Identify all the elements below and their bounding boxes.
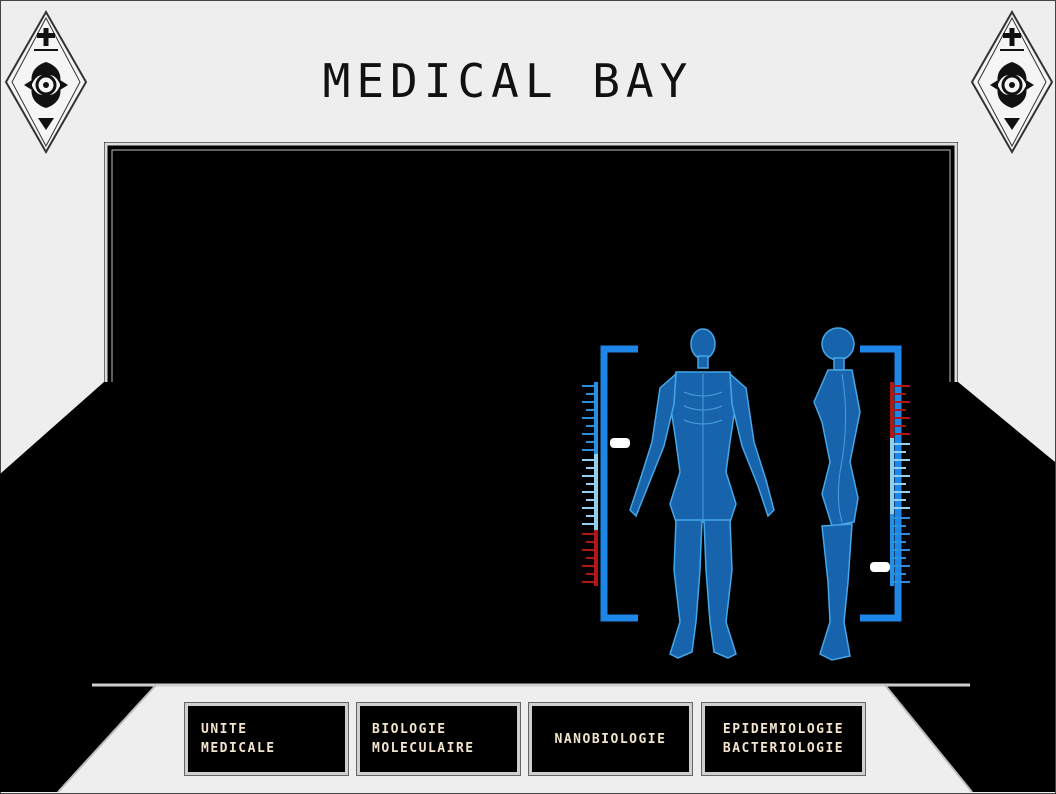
nav-label-line: EPIDEMIOLOGIE xyxy=(722,722,845,737)
nav-label-line: MEDICALE xyxy=(201,741,276,756)
nav-nanobiologie-button[interactable]: NANOBIOLOGIE xyxy=(528,702,693,776)
nav-label-line: MOLECULAIRE xyxy=(372,741,475,756)
insignia-emblem-icon xyxy=(970,10,1054,154)
side-body-figure xyxy=(813,327,861,661)
front-body-figure xyxy=(629,328,775,659)
right-gauge xyxy=(870,382,910,586)
left-bracket xyxy=(600,345,638,622)
page-title: MEDICAL BAY xyxy=(322,54,694,108)
insignia-emblem-icon xyxy=(4,10,88,154)
nav-biologie-moleculaire-button[interactable]: BIOLOGIE MOLECULAIRE xyxy=(356,702,521,776)
nav-label-line: BACTERIOLOGIE xyxy=(722,741,845,756)
nav-unite-medicale-button[interactable]: UNITE MEDICALE xyxy=(184,702,349,776)
nav-epidemiologie-bacteriologie-button[interactable]: EPIDEMIOLOGIE BACTERIOLOGIE xyxy=(701,702,866,776)
nav-label-line: UNITE xyxy=(201,722,248,737)
hologram-body-scan xyxy=(582,327,910,661)
nav-label-line: BIOLOGIE xyxy=(372,722,447,737)
nav-label-line: NANOBIOLOGIE xyxy=(554,731,667,747)
